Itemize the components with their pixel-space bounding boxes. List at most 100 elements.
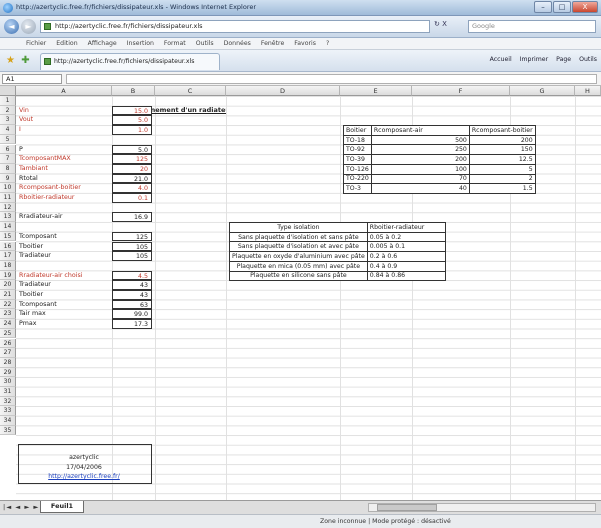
row-header[interactable]: 7 [0, 154, 16, 164]
param-value[interactable]: 99.0 [112, 309, 152, 320]
param-label: Tboitier [19, 242, 44, 250]
row-header[interactable]: 19 [0, 270, 16, 281]
browser-tab[interactable]: http://azertyclic.free.fr/fichiers/dissi… [40, 53, 220, 70]
row-header[interactable]: 20 [0, 280, 16, 290]
param-value[interactable]: 105 [112, 241, 152, 252]
column-header-d[interactable]: D [226, 86, 340, 96]
menu-fichier[interactable]: Fichier [26, 38, 46, 49]
maximize-button[interactable]: □ [553, 1, 571, 13]
column-header-e[interactable]: E [340, 86, 412, 96]
row-header[interactable]: 33 [0, 406, 16, 417]
row-header[interactable]: 32 [0, 396, 16, 407]
print-button[interactable]: Imprimer [520, 56, 548, 63]
minimize-button[interactable]: – [534, 1, 552, 13]
search-input[interactable]: Google [468, 20, 596, 33]
row-header[interactable]: 9 [0, 173, 16, 184]
credit-link[interactable]: http://azertyclic.free.fr/ [18, 473, 150, 480]
row-header[interactable]: 24 [0, 319, 16, 329]
scroll-thumb[interactable] [377, 504, 437, 511]
column-header-h[interactable]: H [575, 86, 601, 96]
close-button[interactable]: X [572, 1, 598, 13]
column-header-c[interactable]: C [155, 86, 226, 96]
row-header[interactable]: 34 [0, 416, 16, 426]
stop-icon[interactable]: X [442, 20, 447, 28]
menu-help[interactable]: ? [326, 38, 329, 49]
row-header[interactable]: 1 [0, 96, 16, 106]
row-header[interactable]: 21 [0, 290, 16, 300]
window-titlebar: http://azertyclic.free.fr/fichiers/dissi… [0, 0, 601, 16]
row-header[interactable]: 26 [0, 338, 16, 349]
favorites-star-icon[interactable]: ★ [5, 55, 16, 66]
forward-button[interactable]: ► [21, 19, 36, 34]
row-header[interactable]: 31 [0, 387, 16, 397]
name-box[interactable]: A1 [2, 74, 62, 84]
page-menu-button[interactable]: Page [556, 56, 571, 63]
param-value[interactable]: 125 [112, 154, 152, 164]
param-value[interactable]: 21.0 [112, 173, 152, 184]
sheet-nav-arrows[interactable]: |◄ ◄ ► ►| [3, 503, 43, 511]
home-button[interactable]: Accueil [490, 56, 512, 63]
param-value[interactable]: 16.9 [112, 212, 152, 223]
tools-menu-button[interactable]: Outils [579, 56, 597, 63]
add-favorite-icon[interactable]: ✚ [20, 55, 31, 66]
row-header[interactable]: 13 [0, 212, 16, 223]
column-header-g[interactable]: G [510, 86, 575, 96]
row-header[interactable]: 28 [0, 357, 16, 368]
row-header[interactable]: 4 [0, 125, 16, 135]
param-value[interactable]: 63 [112, 299, 152, 310]
row-header[interactable]: 12 [0, 202, 16, 213]
param-value[interactable]: 4.5 [112, 270, 152, 281]
param-value[interactable]: 43 [112, 290, 152, 300]
param-value[interactable]: 105 [112, 251, 152, 261]
row-header[interactable]: 29 [0, 367, 16, 378]
row-header[interactable]: 14 [0, 222, 16, 232]
param-value[interactable]: 0.1 [112, 193, 152, 203]
formula-input[interactable] [66, 74, 597, 84]
menu-outils[interactable]: Outils [196, 38, 214, 49]
column-header-a[interactable]: A [16, 86, 112, 96]
select-all-corner[interactable] [0, 86, 16, 96]
menu-favoris[interactable]: Favoris [294, 38, 316, 49]
row-header[interactable]: 8 [0, 163, 16, 174]
param-value[interactable]: 4.0 [112, 183, 152, 193]
menu-edition[interactable]: Edition [56, 38, 77, 49]
menu-fenetre[interactable]: Fenêtre [261, 38, 284, 49]
param-value[interactable]: 5.0 [112, 144, 152, 155]
package-table: Boitier Rcomposant-air Rcomposant-boitie… [343, 125, 536, 194]
horizontal-scrollbar[interactable] [368, 503, 596, 512]
back-button[interactable]: ◄ [4, 19, 19, 34]
param-value[interactable]: 5.0 [112, 115, 152, 126]
row-header[interactable]: 2 [0, 105, 16, 116]
column-header-b[interactable]: B [112, 86, 155, 96]
param-value[interactable]: 17.3 [112, 319, 152, 329]
row-header[interactable]: 15 [0, 231, 16, 242]
row-header[interactable]: 30 [0, 377, 16, 387]
menu-affichage[interactable]: Affichage [88, 38, 117, 49]
row-header[interactable]: 10 [0, 183, 16, 193]
row-header[interactable]: 17 [0, 251, 16, 261]
column-header-f[interactable]: F [412, 86, 510, 96]
row-header[interactable]: 25 [0, 328, 16, 339]
sheet-tab-feuil1[interactable]: Feuil1 [40, 501, 84, 513]
row-header[interactable]: 6 [0, 144, 16, 155]
row-header[interactable]: 5 [0, 134, 16, 145]
row-header[interactable]: 27 [0, 348, 16, 358]
spreadsheet-grid[interactable]: A B C D E F G H 1 2 3 4 5 6 7 8 9 10 11 12 13 14 15 16 1… [0, 86, 601, 500]
url-input[interactable]: http://azertyclic.free.fr/fichiers/dissi… [40, 20, 430, 33]
row-header[interactable]: 35 [0, 425, 16, 436]
row-header[interactable]: 23 [0, 309, 16, 320]
menu-format[interactable]: Format [164, 38, 186, 49]
row-header[interactable]: 16 [0, 241, 16, 252]
row-header[interactable]: 22 [0, 299, 16, 310]
row-header[interactable]: 18 [0, 260, 16, 271]
param-value[interactable]: 1.0 [112, 125, 152, 135]
row-header[interactable]: 3 [0, 115, 16, 126]
menu-donnees[interactable]: Données [224, 38, 251, 49]
refresh-icon[interactable]: ↻ [434, 20, 440, 28]
menu-insertion[interactable]: Insertion [127, 38, 154, 49]
row-header[interactable]: 11 [0, 193, 16, 203]
param-value[interactable]: 125 [112, 231, 152, 242]
param-value[interactable]: 15.0 [112, 105, 152, 116]
param-value[interactable]: 20 [112, 163, 152, 174]
param-value[interactable]: 43 [112, 280, 152, 290]
